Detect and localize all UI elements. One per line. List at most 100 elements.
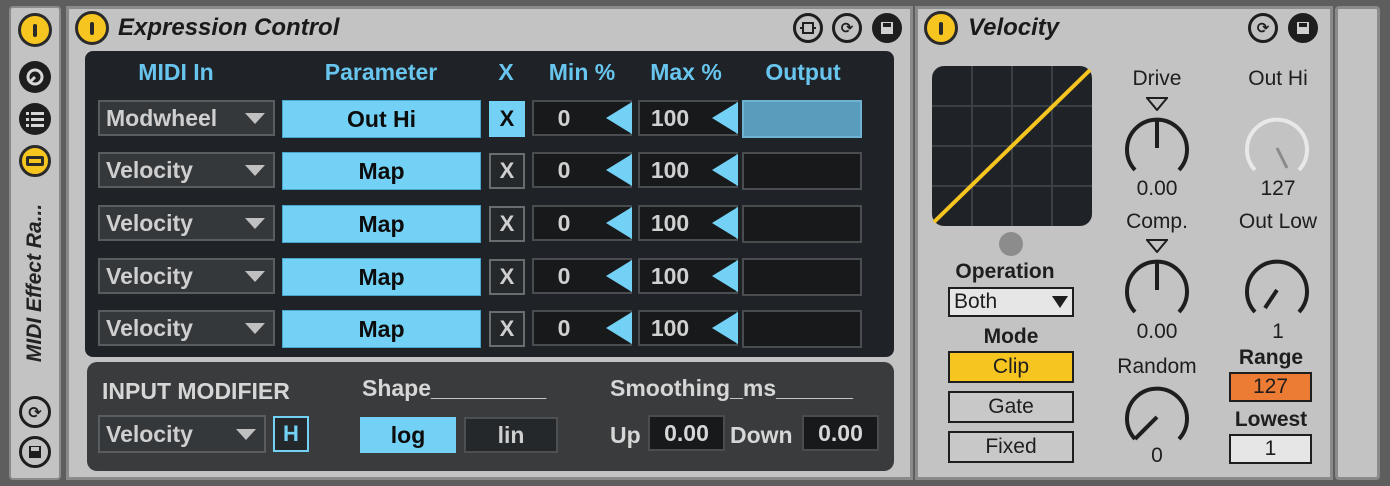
mode-clip-button[interactable]: Clip — [948, 351, 1074, 383]
random-label: Random — [1117, 355, 1197, 378]
list-icon[interactable] — [19, 103, 51, 135]
operation-select[interactable]: Both — [948, 287, 1074, 317]
output-meter — [742, 310, 862, 348]
comp-knob[interactable] — [1122, 255, 1192, 325]
modifier-source-dropdown[interactable]: Velocity — [98, 415, 266, 453]
header-x: X — [498, 59, 514, 85]
chevron-down-icon — [245, 217, 265, 229]
midi-in-dropdown[interactable]: Velocity — [98, 258, 275, 294]
hot-swap-icon[interactable]: ⟳ — [832, 13, 862, 43]
midi-in-dropdown[interactable]: Modwheel — [98, 100, 275, 136]
chevron-down-icon — [1052, 296, 1068, 308]
curve-reset-dot[interactable] — [999, 232, 1023, 256]
chevron-down-icon — [236, 428, 256, 440]
header-max: Max % — [650, 59, 722, 85]
comp-marker-icon — [1144, 239, 1170, 254]
min-slider-icon[interactable] — [606, 207, 632, 239]
parameter-map-button[interactable]: Map — [282, 205, 481, 243]
mode-gate-button[interactable]: Gate — [948, 391, 1074, 423]
min-slider-icon[interactable] — [606, 260, 632, 292]
invert-toggle[interactable]: X — [489, 206, 525, 242]
output-meter — [742, 258, 862, 296]
drive-knob[interactable] — [1122, 113, 1192, 183]
save-icon[interactable] — [19, 436, 51, 468]
chevron-down-icon — [245, 112, 265, 124]
invert-toggle[interactable]: X — [489, 311, 525, 347]
hot-swap-icon[interactable]: ⟳ — [19, 396, 51, 428]
range-label: Range — [1238, 346, 1304, 369]
velocity-curve-display[interactable] — [932, 66, 1092, 226]
comp-label: Comp. — [1126, 210, 1188, 233]
out-low-label: Out Low — [1238, 210, 1318, 233]
shape-log-toggle[interactable]: log — [360, 417, 456, 453]
out-hi-value: 127 — [1260, 177, 1296, 200]
operation-value: Both — [954, 290, 998, 313]
down-label: Down — [730, 422, 793, 448]
chevron-down-icon — [245, 164, 265, 176]
chain-icon[interactable] — [19, 61, 51, 93]
modifier-source-value: Velocity — [106, 420, 193, 447]
midi-in-value: Velocity — [106, 209, 193, 236]
midi-in-dropdown[interactable]: Velocity — [98, 205, 275, 241]
map-icon[interactable] — [793, 13, 823, 43]
invert-toggle[interactable]: X — [489, 153, 525, 189]
midi-in-value: Velocity — [106, 262, 193, 289]
velocity-power-icon[interactable] — [924, 11, 958, 45]
mode-fixed-button[interactable]: Fixed — [948, 431, 1074, 463]
min-slider-icon[interactable] — [606, 154, 632, 186]
invert-toggle[interactable]: X — [489, 259, 525, 295]
min-slider-icon[interactable] — [606, 312, 632, 344]
lowest-field[interactable]: 1 — [1229, 434, 1312, 464]
chevron-down-icon — [245, 322, 265, 334]
chain-end-strip — [1335, 6, 1380, 480]
shape-label: Shape_________ — [362, 375, 547, 401]
out-low-value: 1 — [1272, 320, 1284, 343]
midi-in-value: Velocity — [106, 314, 193, 341]
output-meter — [742, 100, 862, 138]
up-label: Up — [610, 422, 641, 448]
parameter-map-button[interactable]: Map — [282, 258, 481, 296]
header-output: Output — [765, 59, 841, 85]
hold-toggle[interactable]: H — [273, 416, 309, 452]
rack-power-icon[interactable] — [18, 13, 52, 47]
parameter-map-button[interactable]: Map — [282, 152, 481, 190]
out-low-knob[interactable] — [1242, 255, 1312, 325]
drive-value: 0.00 — [1136, 177, 1178, 200]
parameter-map-button[interactable]: Map — [282, 310, 481, 348]
midi-in-dropdown[interactable]: Velocity — [98, 152, 275, 188]
max-slider-icon[interactable] — [712, 260, 738, 292]
invert-toggle[interactable]: X — [489, 101, 525, 137]
shape-lin-toggle[interactable]: lin — [464, 417, 558, 453]
out-hi-knob[interactable] — [1242, 113, 1312, 183]
drive-marker-icon — [1144, 97, 1170, 112]
macro-icon[interactable] — [19, 145, 51, 177]
smoothing-up-field[interactable]: 0.00 — [648, 415, 725, 451]
smoothing-label: Smoothing_ms______ — [610, 375, 853, 401]
smoothing-down-field[interactable]: 0.00 — [802, 415, 879, 451]
out-hi-label: Out Hi — [1248, 67, 1308, 90]
expression-power-icon[interactable] — [75, 11, 109, 45]
random-knob[interactable] — [1122, 382, 1192, 452]
chevron-down-icon — [245, 270, 265, 282]
midi-in-dropdown[interactable]: Velocity — [98, 310, 275, 346]
max-slider-icon[interactable] — [712, 154, 738, 186]
output-meter — [742, 152, 862, 190]
rack-strip: MIDI Effect Ra... ⟳ — [9, 6, 61, 480]
hot-swap-icon[interactable]: ⟳ — [1248, 13, 1278, 43]
comp-value: 0.00 — [1136, 320, 1178, 343]
save-icon[interactable] — [1288, 13, 1318, 43]
parameter-map-button[interactable]: Out Hi — [282, 100, 481, 138]
mode-label: Mode — [983, 325, 1039, 348]
header-parameter: Parameter — [324, 59, 438, 85]
header-min: Min % — [548, 59, 616, 85]
midi-in-value: Modwheel — [106, 104, 218, 131]
save-icon[interactable] — [872, 13, 902, 43]
header-midi-in: MIDI In — [138, 59, 214, 85]
random-value: 0 — [1151, 444, 1163, 467]
max-slider-icon[interactable] — [712, 207, 738, 239]
drive-label: Drive — [1132, 67, 1182, 90]
max-slider-icon[interactable] — [712, 102, 738, 134]
min-slider-icon[interactable] — [606, 102, 632, 134]
range-field[interactable]: 127 — [1229, 372, 1312, 402]
max-slider-icon[interactable] — [712, 312, 738, 344]
